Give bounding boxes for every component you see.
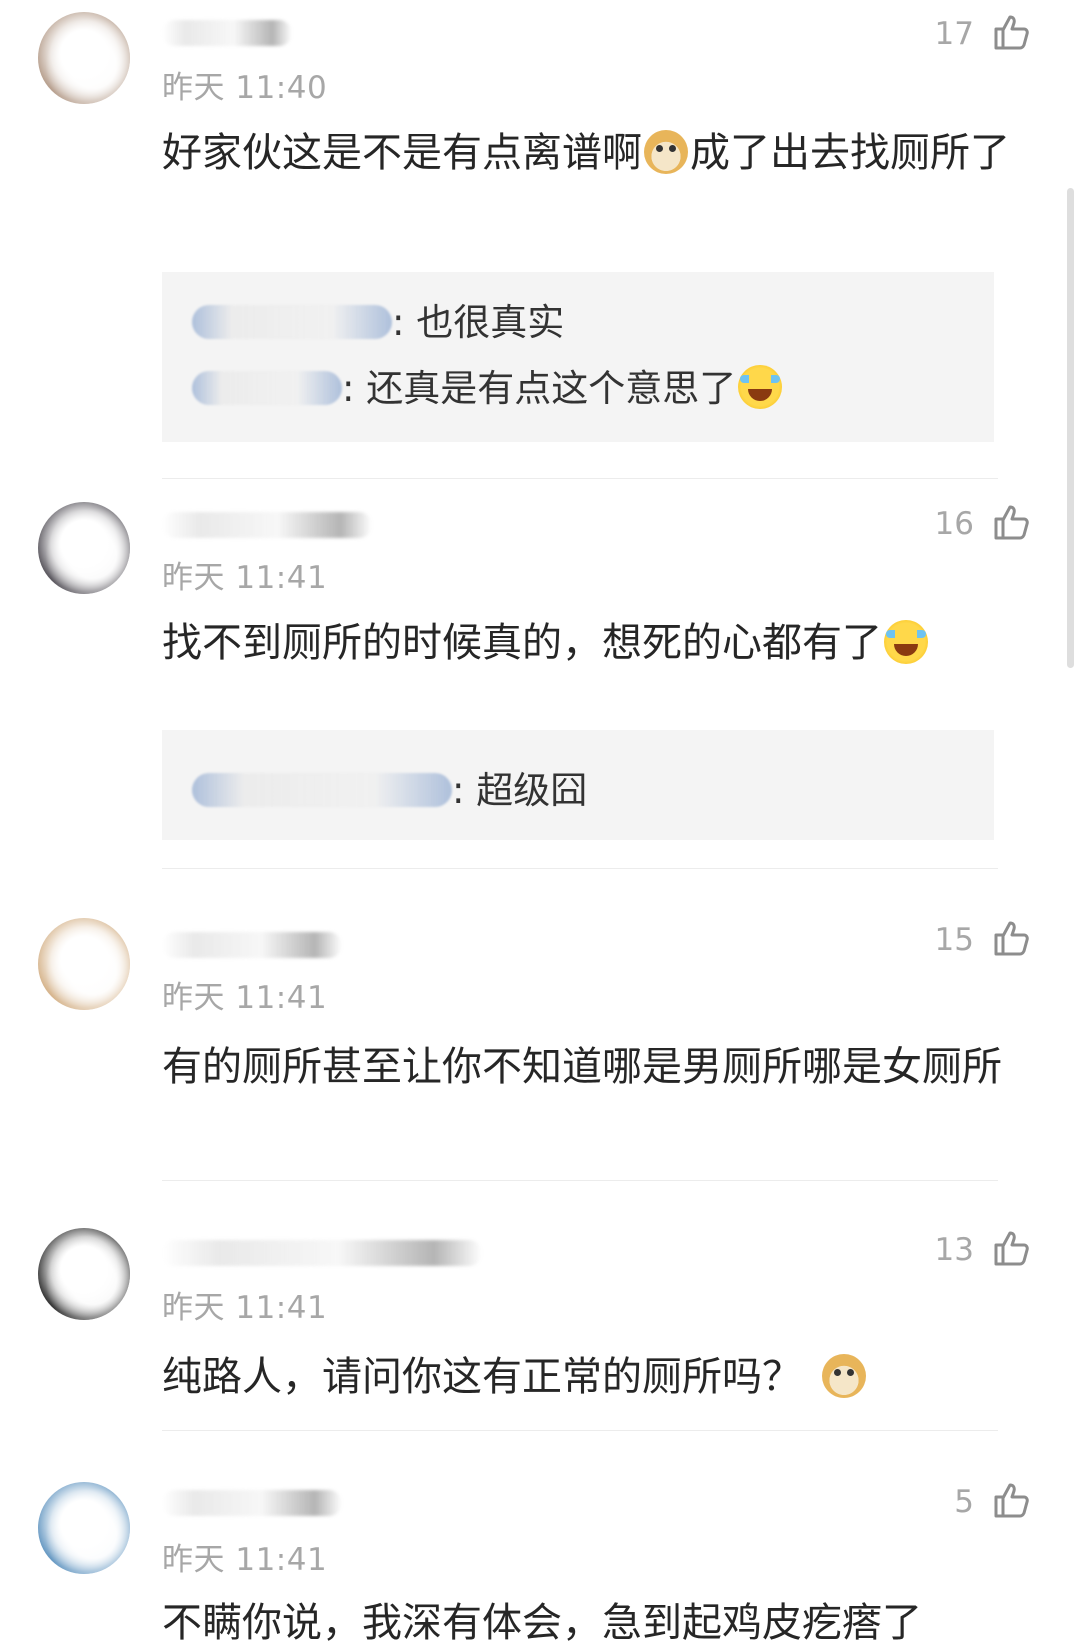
laugh-cry-emoji xyxy=(884,620,928,664)
reply-separator: : xyxy=(392,301,405,344)
divider xyxy=(162,1180,998,1181)
comment-text-part: 成了出去找厕所了 xyxy=(690,130,1010,176)
like-count: 17 xyxy=(934,16,974,52)
reply-username-redacted[interactable] xyxy=(192,773,452,807)
scrollbar[interactable] xyxy=(1067,188,1074,668)
avatar[interactable] xyxy=(38,12,130,104)
reply-separator: : xyxy=(452,769,465,812)
comment-text: 好家伙这是不是有点离谱啊 成了出去找厕所了 xyxy=(162,124,1042,182)
reply-line[interactable]: : 还真是有点这个意思了 xyxy=(192,358,784,412)
comment-time: 昨天 11:41 xyxy=(162,560,328,596)
comment-text: 找不到厕所的时候真的，想死的心都有了 xyxy=(162,614,1042,672)
like-count: 5 xyxy=(954,1484,974,1520)
laugh-cry-emoji xyxy=(738,365,783,409)
reply-preview-box[interactable]: : 也很真实 : 还真是有点这个意思了 xyxy=(162,272,994,442)
like-count: 13 xyxy=(934,1232,974,1268)
comment-time: 昨天 11:41 xyxy=(162,1542,328,1578)
username-redacted[interactable] xyxy=(162,512,372,538)
thumbs-up-icon[interactable] xyxy=(992,918,1032,958)
thumbs-up-icon[interactable] xyxy=(992,1228,1032,1268)
username-redacted[interactable] xyxy=(162,1490,342,1516)
thumbs-up-icon[interactable] xyxy=(992,12,1032,52)
reply-text: 还真是有点这个意思了 xyxy=(354,367,737,410)
reply-line[interactable]: : 超级囧 xyxy=(192,760,587,814)
avatar[interactable] xyxy=(38,918,130,1010)
reply-username-redacted[interactable] xyxy=(192,305,392,339)
username-redacted[interactable] xyxy=(162,20,292,46)
divider xyxy=(162,1430,998,1431)
reply-line[interactable]: : 也很真实 xyxy=(192,292,564,346)
comment-text-part: 好家伙这是不是有点离谱啊 xyxy=(162,130,642,176)
reply-preview-box[interactable]: : 超级囧 xyxy=(162,730,994,840)
avatar[interactable] xyxy=(38,502,130,594)
comment-time: 昨天 11:41 xyxy=(162,1290,328,1326)
comment-text-part: 找不到厕所的时候真的，想死的心都有了 xyxy=(162,620,882,666)
divider xyxy=(162,478,998,479)
comment-time: 昨天 11:40 xyxy=(162,70,328,106)
username-redacted[interactable] xyxy=(162,932,342,958)
thumbs-up-icon[interactable] xyxy=(992,1480,1032,1520)
avatar[interactable] xyxy=(38,1482,130,1574)
doge-emoji xyxy=(644,130,688,174)
doge-emoji xyxy=(822,1354,866,1398)
comment-time: 昨天 11:41 xyxy=(162,980,328,1016)
divider xyxy=(162,868,998,869)
reply-text: 也很真实 xyxy=(404,301,565,344)
like-count: 15 xyxy=(934,922,974,958)
reply-username-redacted[interactable] xyxy=(192,371,342,405)
like-count: 16 xyxy=(934,506,974,542)
avatar[interactable] xyxy=(38,1228,130,1320)
comment-text-part: 纯路人，请问你这有正常的厕所吗？ xyxy=(162,1354,802,1400)
comment-text: 纯路人，请问你这有正常的厕所吗？ xyxy=(162,1348,1042,1406)
comment-text: 有的厕所甚至让你不知道哪是男厕所哪是女厕所 xyxy=(162,1044,1002,1090)
reply-separator: : xyxy=(342,367,355,410)
comment-text: 不瞒你说，我深有体会，急到起鸡皮疙瘩了 xyxy=(162,1600,922,1646)
reply-text: 超级囧 xyxy=(464,769,588,812)
thumbs-up-icon[interactable] xyxy=(992,502,1032,542)
username-redacted[interactable] xyxy=(162,1240,482,1266)
